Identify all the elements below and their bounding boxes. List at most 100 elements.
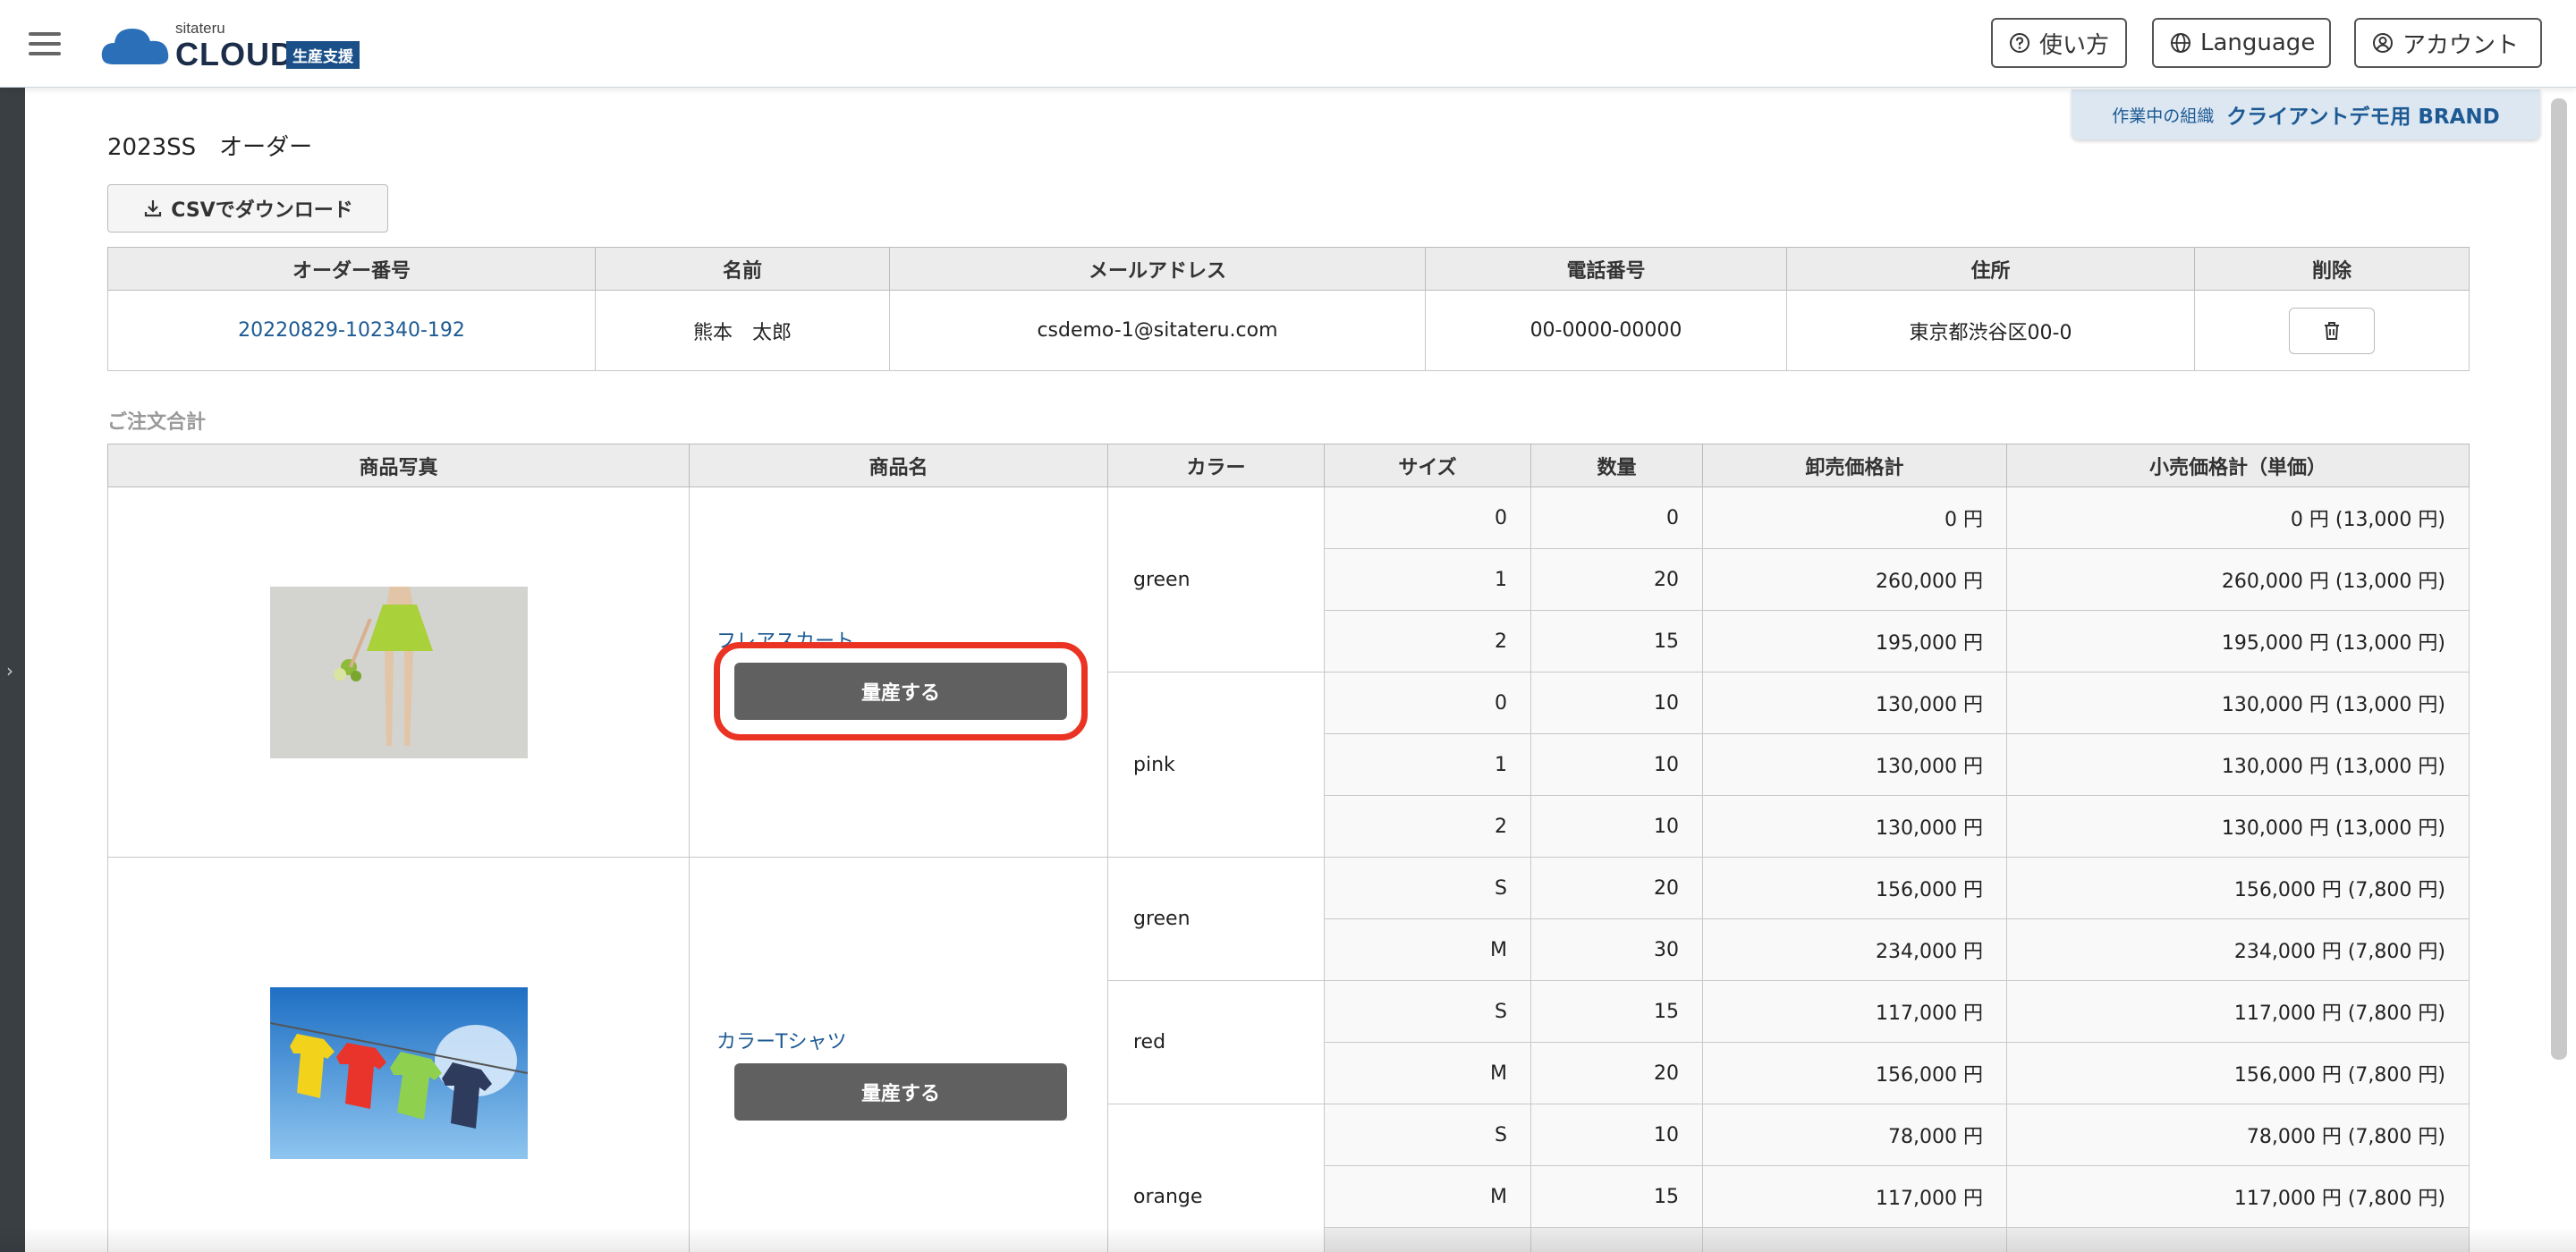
size-cell: 2 bbox=[1324, 795, 1531, 858]
size-cell: 2 bbox=[1324, 610, 1531, 673]
retail-cell: 156,000 円 (7,800 円) bbox=[2006, 1042, 2470, 1104]
question-circle-icon bbox=[2010, 33, 2029, 53]
order-number-link[interactable]: 20220829-102340-192 bbox=[238, 319, 465, 342]
quantity-cell: 30 bbox=[1530, 918, 1703, 981]
logo-big-text: CLOUD bbox=[175, 36, 294, 72]
wholesale-cell: 156,000 円 bbox=[1702, 857, 2007, 919]
quantity-cell: 15 bbox=[1530, 610, 1703, 673]
product-link-flare-skirt[interactable]: フレアスカート bbox=[716, 625, 1080, 654]
logo-small-text: sitateru bbox=[175, 20, 225, 37]
color-cell: green bbox=[1107, 486, 1325, 673]
product-name-cell: フレアスカート 量産する bbox=[689, 486, 1108, 858]
col-address: 住所 bbox=[1786, 247, 2195, 291]
customer-phone: 00-0000-00000 bbox=[1425, 290, 1787, 371]
wholesale-cell: 130,000 円 bbox=[1702, 733, 2007, 796]
order-info-table: オーダー番号 名前 メールアドレス 電話番号 住所 削除 20220829-10… bbox=[107, 247, 2470, 371]
wholesale-cell: 195,000 円 bbox=[1702, 610, 2007, 673]
retail-cell: 156,000 円 (7,800 円) bbox=[2006, 857, 2470, 919]
table-row: フレアスカート 量産する green 0 0 0 円 0 円 (13,000 円… bbox=[107, 486, 2470, 858]
col-color: カラー bbox=[1107, 444, 1325, 487]
wholesale-cell: 78,000 円 bbox=[1702, 1104, 2007, 1166]
csv-download-label: CSVでダウンロード bbox=[171, 199, 353, 222]
size-cell: M bbox=[1324, 1042, 1531, 1104]
customer-email: csdemo-1@sitateru.com bbox=[889, 290, 1426, 371]
download-icon bbox=[145, 200, 162, 217]
col-name: 名前 bbox=[595, 247, 890, 291]
delete-button[interactable] bbox=[2289, 307, 2375, 354]
product-photo-cell bbox=[107, 857, 690, 1252]
retail-cell: 195,000 円 (13,000 円) bbox=[2006, 610, 2470, 673]
col-retail-total: 小売価格計（単価） bbox=[2006, 444, 2470, 487]
product-name-cell: カラーTシャツ 量産する bbox=[689, 857, 1108, 1252]
size-cell: 0 bbox=[1324, 486, 1531, 549]
hamburger-icon[interactable] bbox=[29, 32, 61, 55]
table-row: 20220829-102340-192 熊本 太郎 csdemo-1@sitat… bbox=[107, 290, 2470, 371]
language-label: Language bbox=[2200, 30, 2316, 56]
retail-cell: 0 円 (13,000 円) bbox=[2006, 486, 2470, 549]
vertical-scrollbar[interactable] bbox=[2551, 98, 2567, 1060]
size-cell: S bbox=[1324, 1104, 1531, 1166]
account-button[interactable]: アカウント bbox=[2354, 18, 2542, 68]
table-row: カラーTシャツ 量産する green S 20 156,000 円 156,00… bbox=[107, 857, 2470, 1252]
mass-production-button-flare-skirt[interactable]: 量産する bbox=[714, 641, 1088, 740]
col-delete: 削除 bbox=[2194, 247, 2470, 291]
product-link-color-tshirt[interactable]: カラーTシャツ bbox=[716, 1026, 1080, 1054]
retail-cell: 130,000 円 (13,000 円) bbox=[2006, 672, 2470, 734]
page-title: 2023SS オーダー bbox=[107, 134, 313, 161]
user-circle-icon bbox=[2373, 33, 2393, 53]
wholesale-cell: 117,000 円 bbox=[1702, 980, 2007, 1043]
order-table-header: オーダー番号 名前 メールアドレス 電話番号 住所 削除 bbox=[107, 247, 2470, 291]
wholesale-cell: 0 円 bbox=[1702, 486, 2007, 549]
top-header: sitateru CLOUD 生産支援 使い方 Language アカウント bbox=[0, 0, 2576, 88]
order-number-cell: 20220829-102340-192 bbox=[107, 290, 596, 371]
retail-cell: 117,000 円 (7,800 円) bbox=[2006, 980, 2470, 1043]
wholesale-cell: 130,000 円 bbox=[1702, 672, 2007, 734]
color-cell: green bbox=[1107, 857, 1325, 981]
help-button[interactable]: 使い方 bbox=[1991, 18, 2127, 68]
trash-icon bbox=[2325, 321, 2339, 340]
globe-icon bbox=[2171, 33, 2190, 53]
product-photo-color-tshirt[interactable] bbox=[269, 987, 528, 1159]
language-button[interactable]: Language bbox=[2152, 18, 2331, 68]
col-quantity: 数量 bbox=[1530, 444, 1703, 487]
order-summary-label: ご注文合計 bbox=[107, 411, 207, 434]
order-items-table: 商品写真 商品名 カラー サイズ 数量 卸売価格計 小売価格計（単価） フレアス… bbox=[107, 444, 2470, 1252]
quantity-cell: 20 bbox=[1530, 1042, 1703, 1104]
color-cell: pink bbox=[1107, 672, 1325, 858]
quantity-cell: 15 bbox=[1530, 1165, 1703, 1228]
quantity-cell: 10 bbox=[1530, 1104, 1703, 1166]
customer-address: 東京都渋谷区00-0 bbox=[1786, 290, 2195, 371]
quantity-cell: 10 bbox=[1530, 672, 1703, 734]
mass-production-button-color-tshirt[interactable]: 量産する bbox=[734, 1063, 1067, 1121]
retail-cell: 260,000 円 (13,000 円) bbox=[2006, 548, 2470, 611]
wholesale-cell: 234,000 円 bbox=[1702, 918, 2007, 981]
quantity-cell: 10 bbox=[1530, 733, 1703, 796]
sitateru-cloud-logo[interactable]: sitateru CLOUD 生産支援 bbox=[100, 16, 369, 72]
col-size: サイズ bbox=[1324, 444, 1531, 487]
color-cell: orange bbox=[1107, 1104, 1325, 1252]
retail-cell: 117,000 円 (7,800 円) bbox=[2006, 1165, 2470, 1228]
account-label: アカウント bbox=[2402, 31, 2520, 59]
current-organization-tab[interactable]: 作業中の組織 クライアントデモ用 BRAND bbox=[2072, 89, 2540, 140]
delete-cell bbox=[2194, 290, 2470, 371]
col-order-number: オーダー番号 bbox=[107, 247, 596, 291]
org-name: クライアントデモ用 BRAND bbox=[2226, 106, 2500, 129]
items-table-header: 商品写真 商品名 カラー サイズ 数量 卸売価格計 小売価格計（単価） bbox=[107, 444, 2470, 487]
quantity-cell: 20 bbox=[1530, 548, 1703, 611]
chevron-right-icon[interactable]: › bbox=[6, 660, 13, 681]
quantity-cell: 15 bbox=[1530, 980, 1703, 1043]
wholesale-cell: 260,000 円 bbox=[1702, 548, 2007, 611]
quantity-cell: 10 bbox=[1530, 795, 1703, 858]
wholesale-cell: 117,000 円 bbox=[1702, 1165, 2007, 1228]
csv-download-button[interactable]: CSVでダウンロード bbox=[107, 184, 388, 233]
retail-cell: 130,000 円 (13,000 円) bbox=[2006, 795, 2470, 858]
size-cell: 1 bbox=[1324, 548, 1531, 611]
product-photo-cell bbox=[107, 486, 690, 858]
quantity-cell: 20 bbox=[1530, 857, 1703, 919]
sidebar-collapsed[interactable]: › bbox=[0, 88, 25, 1252]
logo-badge: 生産支援 bbox=[286, 41, 360, 69]
customer-name: 熊本 太郎 bbox=[595, 290, 890, 371]
size-cell: 1 bbox=[1324, 733, 1531, 796]
quantity-cell bbox=[1530, 1227, 1703, 1252]
product-photo-flare-skirt[interactable] bbox=[269, 586, 528, 758]
